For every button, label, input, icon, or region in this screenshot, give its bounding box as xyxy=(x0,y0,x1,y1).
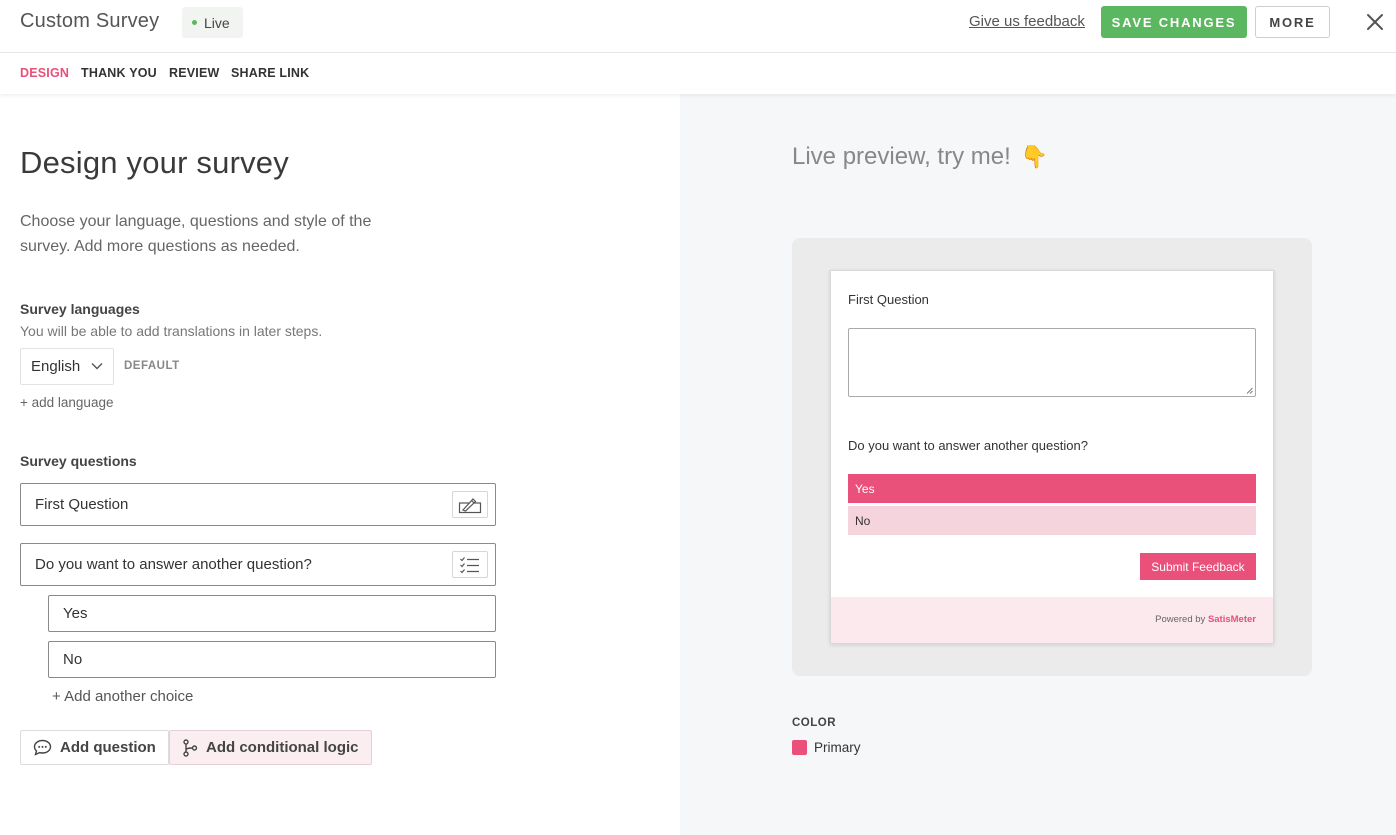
widget-question-2: Do you want to answer another question? xyxy=(848,438,1088,453)
add-question-label: Add question xyxy=(60,739,156,756)
add-conditional-logic-button[interactable]: Add conditional logic xyxy=(169,730,372,765)
text-input-icon xyxy=(458,497,482,513)
choice-field-yes[interactable]: Yes xyxy=(48,595,496,632)
pointing-down-icon: 👇 xyxy=(1020,144,1049,169)
default-language-tag: DEFAULT xyxy=(124,360,180,372)
widget-answer-textarea[interactable] xyxy=(848,328,1256,397)
primary-color-picker[interactable]: Primary xyxy=(792,740,861,755)
add-choice-link[interactable]: + Add another choice xyxy=(52,688,193,705)
save-changes-button[interactable]: SAVE CHANGES xyxy=(1101,6,1247,38)
give-feedback-link[interactable]: Give us feedback xyxy=(969,13,1085,30)
question-field-2[interactable]: Do you want to answer another question? xyxy=(20,543,496,586)
tab-share-link[interactable]: SHARE LINK xyxy=(231,66,309,80)
preview-title: Live preview, try me! 👇 xyxy=(792,143,1048,171)
powered-by: Powered by SatisMeter xyxy=(1155,614,1256,625)
page-description: Choose your language, questions and styl… xyxy=(20,213,372,255)
color-section-label: COLOR xyxy=(792,717,837,729)
language-select-value: English xyxy=(31,358,81,375)
top-bar: Custom Survey Live Give us feedback SAVE… xyxy=(0,0,1396,53)
tab-bar: DESIGN THANK YOU REVIEW SHARE LINK xyxy=(0,53,1396,94)
question-text: Do you want to answer another question? xyxy=(35,556,312,573)
page-title: Design your survey xyxy=(20,145,289,180)
choice-field-no[interactable]: No xyxy=(48,641,496,678)
close-icon[interactable] xyxy=(1364,11,1386,33)
question-type-button[interactable] xyxy=(452,551,488,578)
question-text: First Question xyxy=(35,496,129,513)
tab-thank-you[interactable]: THANK YOU xyxy=(81,66,157,80)
status-badge: Live xyxy=(182,7,243,38)
questions-section-label: Survey questions xyxy=(20,453,137,469)
question-field-1[interactable]: First Question xyxy=(20,483,496,526)
language-select[interactable]: English xyxy=(20,348,114,385)
widget-option-no[interactable]: No xyxy=(848,506,1256,535)
survey-title: Custom Survey xyxy=(20,10,160,32)
widget-footer: Powered by SatisMeter xyxy=(831,597,1273,643)
add-conditional-logic-label: Add conditional logic xyxy=(206,739,359,756)
question-type-button[interactable] xyxy=(452,491,488,518)
more-button[interactable]: MORE xyxy=(1255,6,1330,38)
widget-submit-button[interactable]: Submit Feedback xyxy=(1140,553,1256,580)
add-language-link[interactable]: + add language xyxy=(20,395,113,410)
add-question-button[interactable]: Add question xyxy=(20,730,169,765)
live-status-dot-icon xyxy=(192,20,197,25)
primary-color-swatch[interactable] xyxy=(792,740,807,755)
languages-help-text: You will be able to add translations in … xyxy=(20,323,323,339)
multiple-choice-icon xyxy=(460,556,479,573)
tab-review[interactable]: REVIEW xyxy=(169,66,220,80)
preview-frame: First Question Do you want to answer ano… xyxy=(792,238,1312,676)
powered-by-label: Powered by xyxy=(1155,614,1206,625)
tab-design[interactable]: DESIGN xyxy=(20,66,69,80)
design-panel: Design your survey Choose your language,… xyxy=(0,94,680,835)
preview-title-text: Live preview, try me! xyxy=(792,143,1011,170)
survey-widget: First Question Do you want to answer ano… xyxy=(830,270,1274,644)
preview-panel: Live preview, try me! 👇 First Question D… xyxy=(680,94,1396,835)
widget-option-yes[interactable]: Yes xyxy=(848,474,1256,503)
resize-handle-icon[interactable] xyxy=(1246,387,1253,394)
primary-color-label: Primary xyxy=(814,740,861,755)
chat-bubble-icon xyxy=(33,739,52,756)
status-label: Live xyxy=(204,14,230,31)
brand-link[interactable]: SatisMeter xyxy=(1208,614,1256,625)
chevron-down-icon xyxy=(91,363,103,370)
languages-section-label: Survey languages xyxy=(20,301,140,317)
widget-question-1: First Question xyxy=(848,292,929,307)
branch-icon xyxy=(183,738,198,757)
